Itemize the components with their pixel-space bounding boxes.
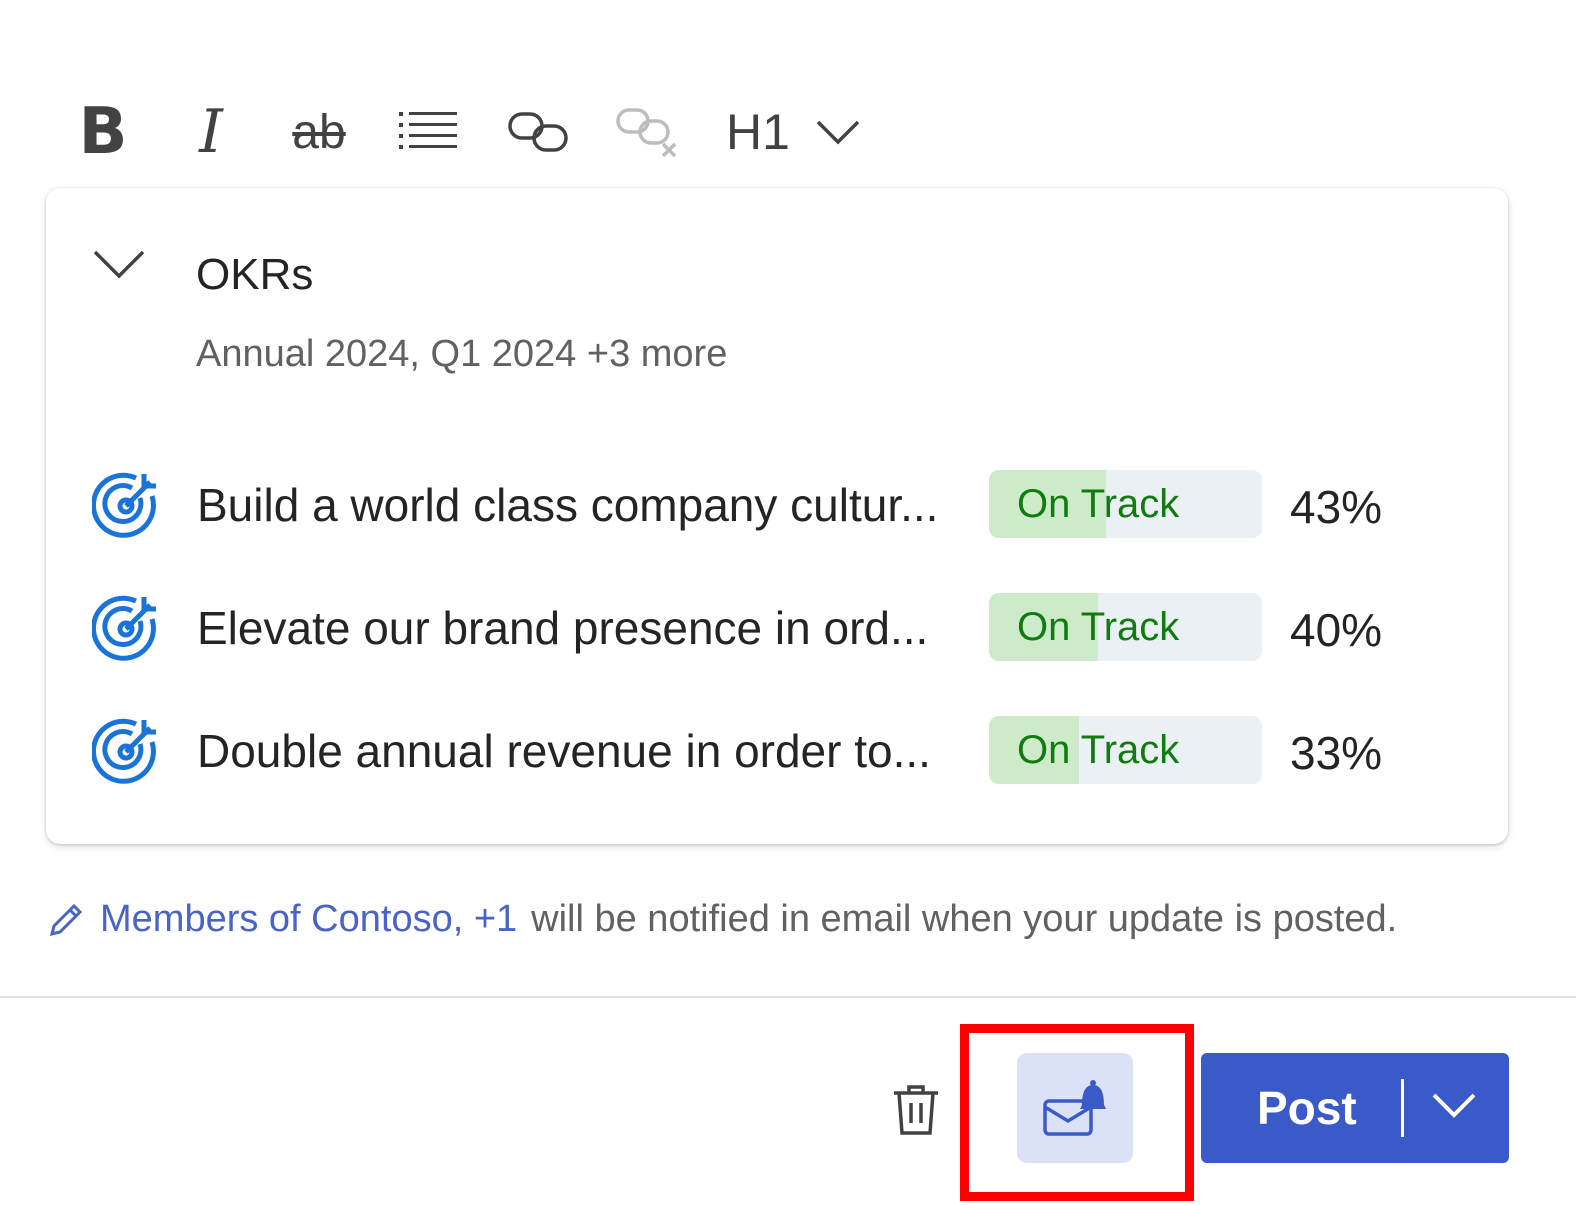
post-label: Post (1257, 1082, 1357, 1134)
formatting-toolbar: B I ab H1 (0, 0, 1576, 180)
strikethrough-button[interactable]: ab (284, 92, 354, 172)
footer-divider (0, 996, 1576, 998)
status-label: On Track (1017, 728, 1180, 772)
chevron-down-icon (93, 250, 145, 279)
heading-label: H1 (726, 104, 790, 160)
recipients-link[interactable]: Members of Contoso, +1 (100, 898, 517, 941)
status-label: On Track (1017, 605, 1180, 649)
post-button[interactable]: Post (1201, 1053, 1509, 1163)
remove-link-button[interactable] (614, 92, 680, 172)
okr-card: OKRs Annual 2024, Q1 2024 +3 more Build … (46, 188, 1508, 844)
okr-row[interactable]: Build a world class company cultur... On… (46, 470, 1508, 540)
target-icon (92, 595, 156, 661)
notification-line: Members of Contoso, +1 will be notified … (46, 898, 1397, 941)
insert-link-button[interactable] (506, 92, 570, 172)
bold-button[interactable]: B (78, 92, 128, 172)
status-progress-badge: On Track (989, 593, 1262, 661)
target-icon (92, 472, 156, 538)
collapse-okrs-button[interactable] (92, 248, 146, 287)
okr-row[interactable]: Elevate our brand presence in ord... On … (46, 593, 1508, 663)
italic-button[interactable]: I (186, 92, 236, 172)
progress-percent: 40% (1290, 604, 1383, 656)
okr-card-subtitle: Annual 2024, Q1 2024 +3 more (196, 333, 728, 375)
mail-bell-icon (1043, 1080, 1106, 1136)
progress-percent: 33% (1290, 727, 1383, 779)
chevron-down-icon[interactable] (1431, 1089, 1477, 1121)
status-progress-badge: On Track (989, 470, 1262, 538)
objective-title: Elevate our brand presence in ord... (197, 602, 929, 654)
trash-icon (894, 1085, 938, 1135)
okr-card-title: OKRs (196, 250, 314, 299)
objective-title: Double annual revenue in order to... (197, 725, 931, 777)
link-icon (508, 112, 568, 152)
bulleted-list-button[interactable] (398, 92, 460, 172)
split-divider (1401, 1079, 1404, 1137)
chevron-down-icon (816, 120, 860, 145)
target-icon (92, 718, 156, 784)
delete-button[interactable] (884, 1078, 948, 1142)
email-notification-button[interactable] (1017, 1053, 1133, 1163)
bulleted-list-icon (399, 112, 457, 149)
pencil-icon[interactable] (46, 900, 86, 940)
status-progress-badge: On Track (989, 716, 1262, 784)
heading-dropdown[interactable]: H1 (726, 92, 866, 172)
status-label: On Track (1017, 482, 1180, 526)
objective-title: Build a world class company cultur... (197, 479, 939, 531)
remove-link-icon (616, 108, 677, 158)
progress-percent: 43% (1290, 481, 1383, 533)
notification-text: will be notified in email when your upda… (531, 898, 1398, 940)
okr-row[interactable]: Double annual revenue in order to... On … (46, 716, 1508, 786)
